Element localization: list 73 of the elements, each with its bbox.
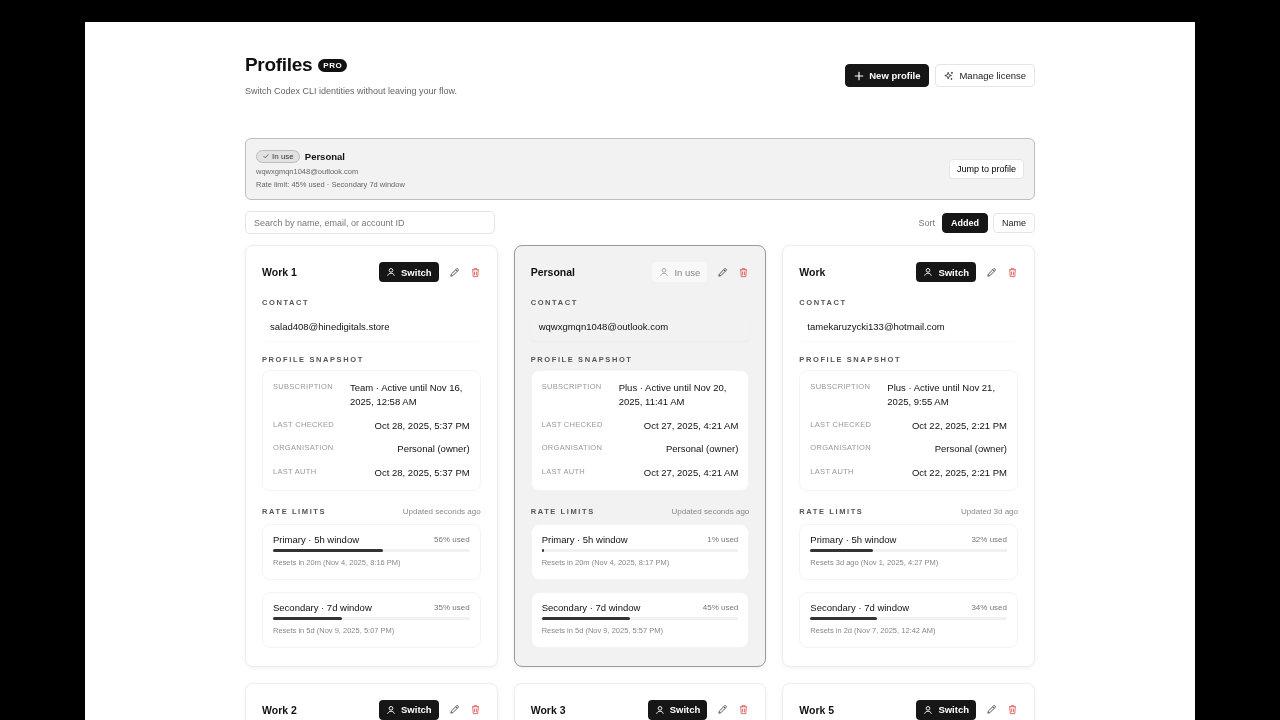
profile-name: Work 5 <box>799 703 835 716</box>
snapshot-value: Oct 28, 2025, 5:37 PM <box>374 418 470 433</box>
person-icon <box>386 704 397 715</box>
profile-name: Personal <box>304 150 345 162</box>
edit-icon[interactable] <box>986 266 997 278</box>
limit-name: Secondary · 7d window <box>273 601 372 613</box>
switch-button[interactable]: Switch <box>647 699 708 720</box>
delete-icon[interactable] <box>1007 266 1018 278</box>
snapshot-value: Personal (owner) <box>666 442 739 457</box>
snapshot-value: Oct 27, 2025, 4:21 AM <box>643 418 739 433</box>
usage-text: 32% used <box>971 534 1007 544</box>
snapshot-value: Plus · Active until Nov 21, 2025, 9:55 AM <box>887 381 997 409</box>
pro-badge: PRO <box>318 58 348 72</box>
person-icon <box>386 267 397 277</box>
delete-icon[interactable] <box>1007 704 1018 716</box>
switch-button[interactable]: Switch <box>916 262 976 282</box>
edit-icon[interactable] <box>717 266 729 278</box>
profile-name: Work 3 <box>530 703 566 716</box>
sort-option[interactable]: Name <box>993 212 1035 233</box>
usage-text: 45% used <box>702 602 739 612</box>
snapshot-value: Team · Active until Nov 16, 2025, 12:58 AM <box>350 381 464 409</box>
updated-time: Updated 3d ago <box>961 506 1018 516</box>
snapshot-value: Personal (owner) <box>397 442 470 457</box>
page-title: Profiles <box>245 54 313 76</box>
usage-text: 35% used <box>434 602 470 612</box>
new-profile-button[interactable]: New profile <box>845 64 930 87</box>
snapshot-value: Oct 22, 2025, 2:21 PM <box>911 418 1007 433</box>
limit-name: Primary · 5h window <box>273 533 360 545</box>
updated-time: Updated seconds ago <box>671 506 750 516</box>
snapshot-value: Oct 28, 2025, 5:37 PM <box>374 466 470 480</box>
updated-time: Updated seconds ago <box>402 506 481 516</box>
profile-name: Work <box>799 266 826 278</box>
profile-name: Work 1 <box>262 266 297 278</box>
plus-icon <box>854 70 865 81</box>
switch-button[interactable]: Switch <box>379 699 439 720</box>
snapshot-value: Personal (owner) <box>934 442 1007 457</box>
limit-name: Primary · 5h window <box>541 533 628 545</box>
sparkle-icon <box>944 70 955 81</box>
sort-option[interactable]: Added <box>942 212 988 233</box>
profile-name: Work 2 <box>262 703 297 716</box>
manage-license-button[interactable]: Manage license <box>935 64 1035 87</box>
snapshot-value: Oct 27, 2025, 4:21 AM <box>643 466 739 480</box>
switch-button[interactable]: Switch <box>379 262 439 282</box>
usage-text: 34% used <box>971 602 1007 612</box>
edit-icon[interactable] <box>717 704 729 716</box>
limit-name: Primary · 5h window <box>810 533 897 545</box>
snapshot-value: Plus · Active until Nov 20, 2025, 11:41 AM <box>618 381 728 409</box>
delete-icon[interactable] <box>738 704 750 716</box>
limit-name: Secondary · 7d window <box>541 601 641 613</box>
delete-icon[interactable] <box>469 704 481 716</box>
usage-text: 56% used <box>434 534 470 544</box>
person-icon <box>923 704 934 715</box>
edit-icon[interactable] <box>448 266 460 278</box>
page-subtitle: Switch Codex CLI identities without leaving your flow. <box>245 86 458 96</box>
in-use-badge: In use <box>256 149 300 163</box>
person-icon <box>923 267 934 277</box>
usage-text: 1% used <box>707 534 739 544</box>
person-icon <box>654 704 665 715</box>
profile-name: Personal <box>530 266 575 278</box>
edit-icon[interactable] <box>986 704 997 716</box>
search-field[interactable]: Search by name, email, or account ID <box>245 211 495 234</box>
switch-button[interactable]: Switch <box>916 699 976 720</box>
delete-icon[interactable] <box>738 266 750 278</box>
person-icon <box>659 267 670 277</box>
in-use-status: In use <box>652 262 708 282</box>
limit-name: Secondary · 7d window <box>810 601 910 613</box>
jump-to-profile-button[interactable]: Jump to profile <box>948 159 1024 179</box>
check-icon <box>262 152 270 160</box>
edit-icon[interactable] <box>448 704 460 716</box>
contact-email: wqwxgmqn1048@outlook.com <box>530 313 750 341</box>
delete-icon[interactable] <box>469 266 481 278</box>
snapshot-value: Oct 22, 2025, 2:21 PM <box>911 466 1007 480</box>
sort-label: Sort <box>918 217 935 228</box>
